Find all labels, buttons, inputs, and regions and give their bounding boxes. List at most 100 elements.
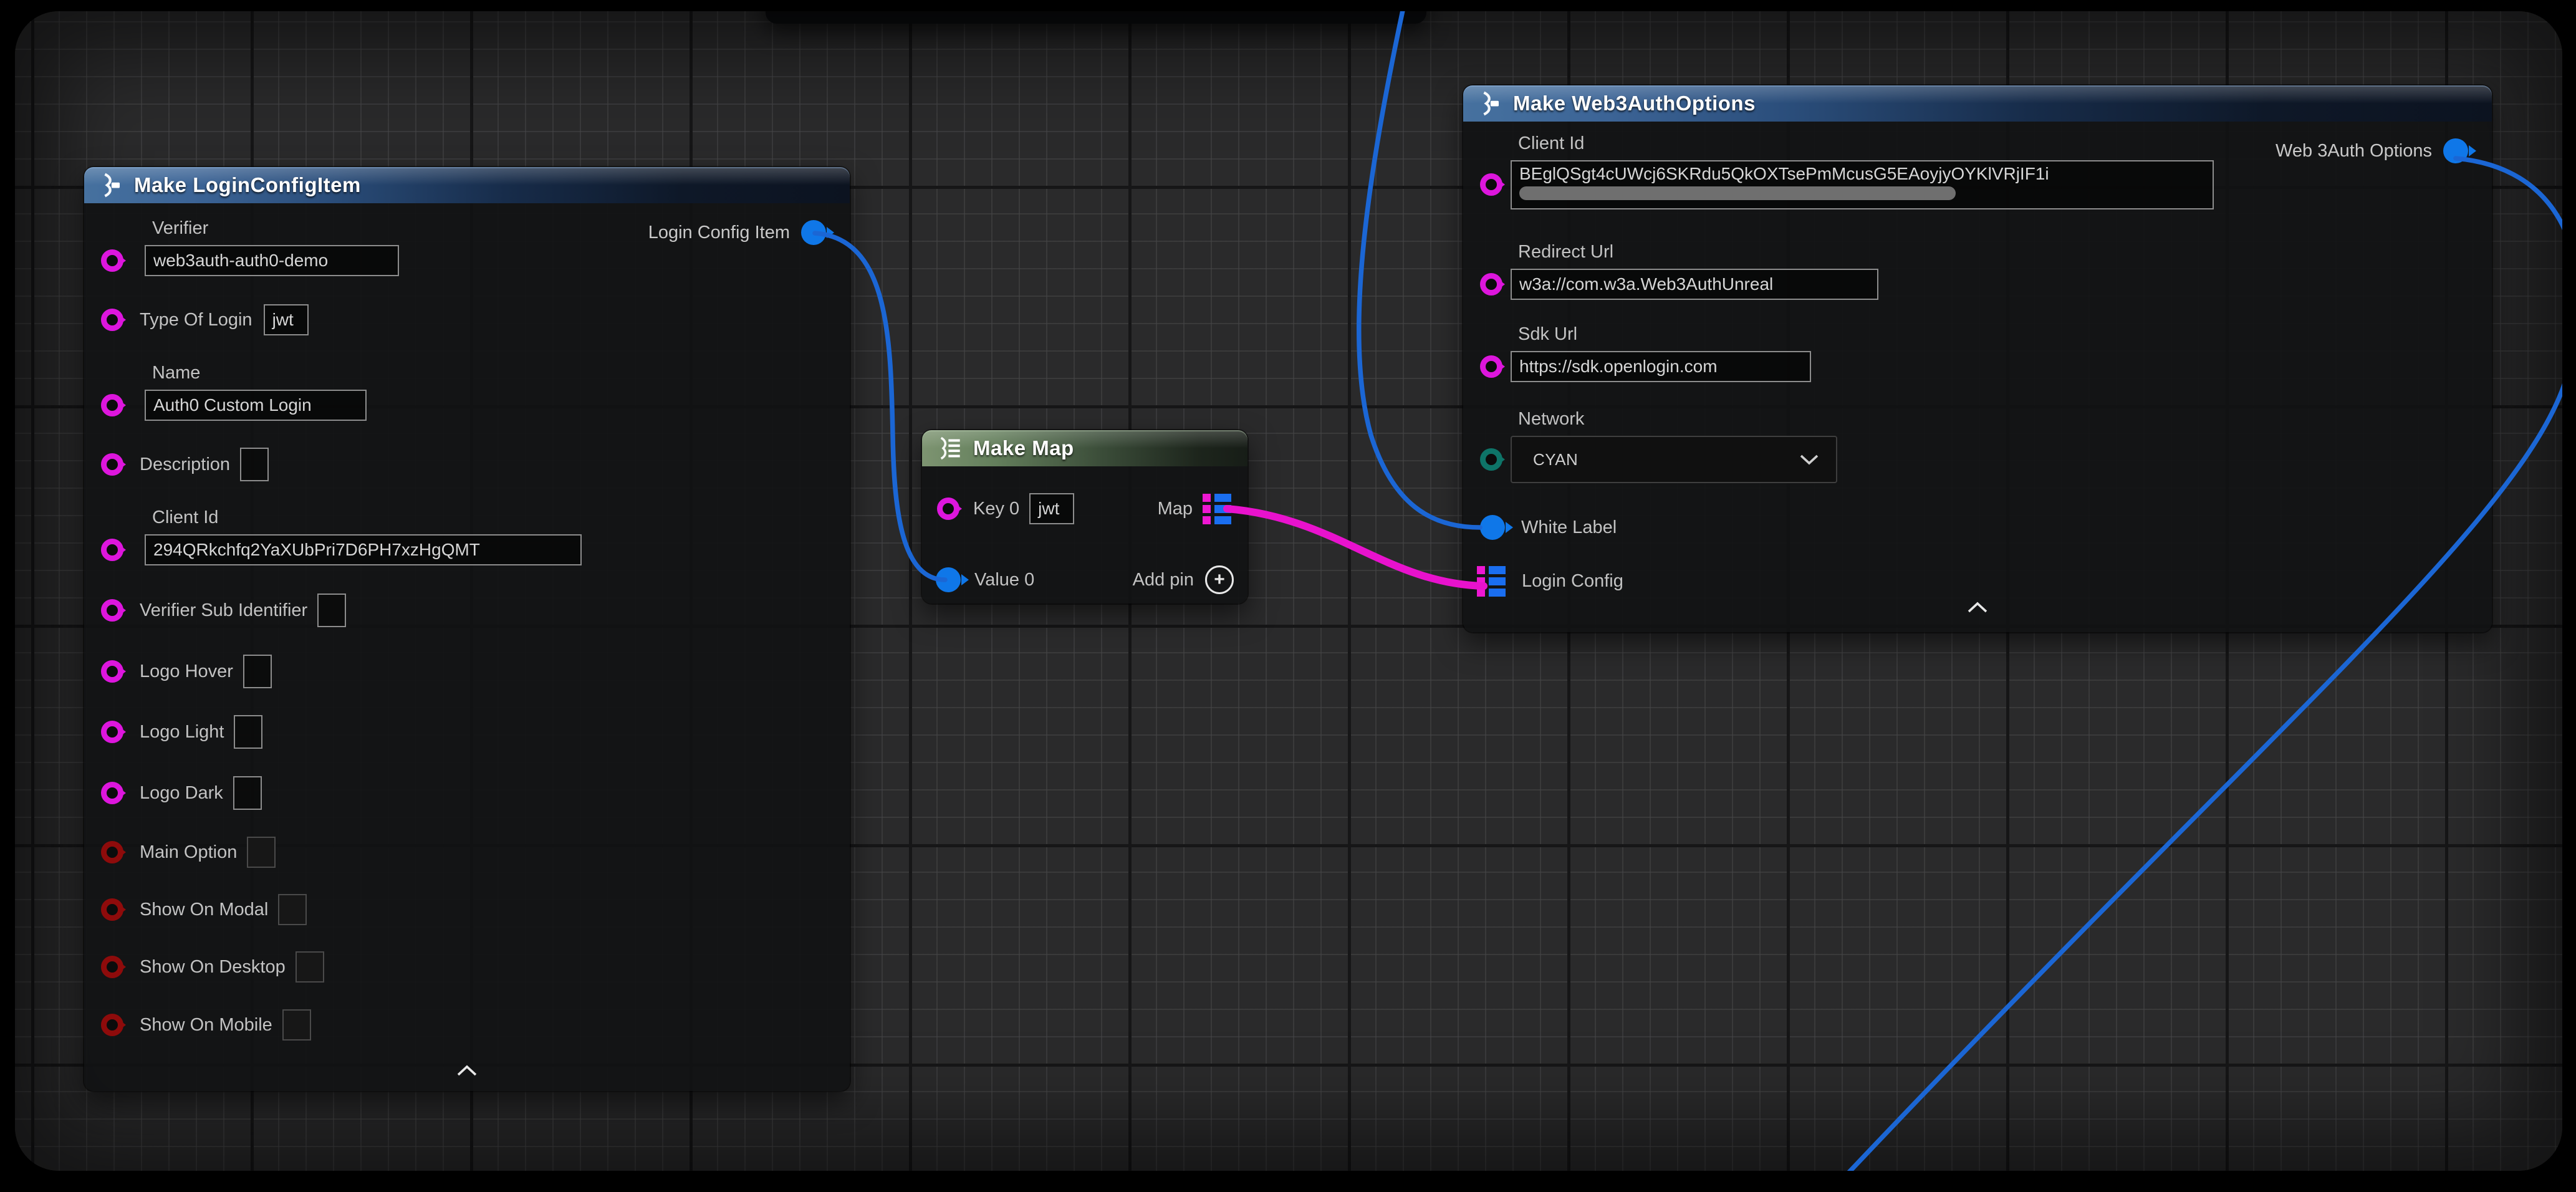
logo-hover-input[interactable] (243, 655, 272, 688)
value-0-label: Value 0 (974, 570, 1034, 590)
show-on-mobile-checkbox[interactable] (282, 1009, 311, 1041)
client-id-input[interactable]: BEglQSgt4cUWcj6SKRdu5QkOXTsePmMcusG5EAoy… (1511, 160, 2214, 209)
network-selected: CYAN (1533, 450, 1578, 469)
network-label: Network (1511, 407, 1837, 431)
show-on-modal-checkbox[interactable] (278, 894, 307, 925)
logo-dark-label: Logo Dark (140, 783, 223, 804)
collapse-node-button[interactable] (84, 1064, 850, 1077)
network-pin[interactable] (1480, 448, 1502, 471)
client-id-input[interactable]: 294QRkchfq2YaXUbPri7D6PH7xzHgQMT (145, 534, 582, 565)
client-id-row: Client Id BEglQSgt4cUWcj6SKRdu5QkOXTsePmM… (1463, 132, 2214, 209)
node-title: Make LoginConfigItem (134, 173, 361, 197)
client-id-scrollbar[interactable] (1519, 186, 1956, 200)
logo-light-row: Logo Light (84, 715, 262, 749)
login-config-item-output-pin[interactable] (801, 220, 826, 245)
show-on-modal-row: Show On Modal (84, 893, 307, 926)
make-map-icon (936, 436, 963, 461)
login-config-pin[interactable] (1477, 565, 1506, 597)
verifier-sub-identifier-label: Verifier Sub Identifier (140, 600, 307, 621)
chevron-up-icon (1964, 600, 1991, 614)
verifier-pin[interactable] (101, 249, 123, 272)
key-0-label: Key 0 (973, 499, 1019, 519)
logo-hover-label: Logo Hover (140, 661, 233, 682)
node-header: Make Web3AuthOptions (1463, 85, 2492, 122)
logo-dark-input[interactable] (233, 776, 262, 810)
node-make-map[interactable]: Make MapKey 0jwtMapValue 0Add pin+ (922, 430, 1247, 603)
blueprint-graph-canvas[interactable]: Make LoginConfigItem Login Config Item Ver… (15, 11, 2562, 1171)
logo-light-pin[interactable] (101, 721, 123, 743)
key-0-pin[interactable] (937, 497, 959, 520)
collapse-node-button[interactable] (1463, 600, 2492, 614)
add-pin-icon: + (1205, 565, 1234, 594)
client-id-text: BEglQSgt4cUWcj6SKRdu5QkOXTsePmMcusG5EAoy… (1519, 164, 2205, 184)
show-on-mobile-row: Show On Mobile (84, 1008, 311, 1042)
web-3auth-options-output-pin[interactable] (2443, 138, 2468, 163)
show-on-modal-pin[interactable] (101, 898, 123, 921)
add-pin-button[interactable]: Add pin + (1133, 565, 1234, 594)
login-config-label: Login Config (1522, 571, 1623, 592)
node-make-web3authoptions[interactable]: Make Web3AuthOptions Web 3Auth Options Cli… (1463, 85, 2492, 632)
verifier-sub-identifier-input[interactable] (317, 594, 346, 627)
show-on-desktop-checkbox[interactable] (296, 951, 324, 983)
map-output-pin[interactable] (1203, 493, 1231, 524)
logo-hover-pin[interactable] (101, 660, 123, 683)
client-id-pin[interactable] (1480, 173, 1502, 196)
client-id-row: Client Id 294QRkchfq2YaXUbPri7D6PH7xzHgQM… (84, 506, 582, 565)
logo-light-input[interactable] (234, 715, 262, 749)
offscreen-node-edge (766, 11, 1426, 24)
white-label-row: White Label (1463, 511, 1617, 544)
name-input[interactable]: Auth0 Custom Login (145, 390, 367, 421)
make-struct-icon (1477, 90, 1503, 117)
main-option-label: Main Option (140, 842, 237, 863)
name-label: Name (145, 361, 367, 385)
node-make-loginconfigitem[interactable]: Make LoginConfigItem Login Config Item Ver… (84, 167, 850, 1091)
key-0-input[interactable]: jwt (1029, 493, 1074, 524)
sdk-url-row: Sdk Urlhttps://sdk.openlogin.com (1463, 322, 1811, 382)
client-id-label: Client Id (145, 506, 582, 529)
show-on-desktop-row: Show On Desktop (84, 950, 324, 984)
redirect-url-input[interactable]: w3a://com.w3a.Web3AuthUnreal (1511, 269, 1878, 300)
redirect-url-pin[interactable] (1480, 273, 1502, 296)
show-on-mobile-pin[interactable] (101, 1014, 123, 1036)
logo-dark-pin[interactable] (101, 782, 123, 804)
verifier-input[interactable]: web3auth-auth0-demo (145, 245, 399, 276)
network-dropdown[interactable]: CYAN (1511, 436, 1837, 483)
redirect-url-row: Redirect Urlw3a://com.w3a.Web3AuthUnreal (1463, 240, 1878, 300)
web-3auth-options-output-label: Web 3Auth Options (2276, 141, 2432, 161)
verifier-sub-identifier-row: Verifier Sub Identifier (84, 594, 346, 627)
show-on-desktop-label: Show On Desktop (140, 957, 286, 978)
main-option-pin[interactable] (101, 841, 123, 863)
node-header: Make Map (922, 430, 1247, 466)
web-3auth-options-output: Web 3Auth Options (2276, 134, 2492, 168)
type-of-login-pin[interactable] (101, 309, 123, 331)
logo-dark-row: Logo Dark (84, 776, 262, 810)
main-option-checkbox[interactable] (247, 837, 276, 868)
type-of-login-row: Type Of Loginjwt (84, 303, 309, 337)
verifier-sub-identifier-pin[interactable] (101, 599, 123, 622)
show-on-desktop-pin[interactable] (101, 956, 123, 978)
sdk-url-pin[interactable] (1480, 355, 1502, 378)
wire-map-to-login-config[interactable] (1227, 509, 1484, 586)
main-option-row: Main Option (84, 835, 276, 869)
node-title: Make Web3AuthOptions (1513, 92, 1756, 115)
value-0-pin[interactable] (936, 567, 961, 592)
show-on-mobile-label: Show On Mobile (140, 1015, 272, 1036)
name-pin[interactable] (101, 394, 123, 416)
white-label-label: White Label (1521, 517, 1617, 538)
white-label-pin[interactable] (1480, 515, 1505, 540)
sdk-url-input[interactable]: https://sdk.openlogin.com (1511, 351, 1811, 382)
description-pin[interactable] (101, 453, 123, 476)
verifier-row: Verifier web3auth-auth0-demo (84, 216, 399, 276)
client-id-pin[interactable] (101, 539, 123, 561)
node-title: Make Map (973, 436, 1074, 460)
value-0-row: Value 0 Add pin + (922, 563, 1247, 597)
description-row: Description (84, 448, 269, 481)
login-config-item-output: Login Config Item (648, 216, 850, 249)
wire-offscreen-to-white-label[interactable] (1359, 11, 1480, 527)
show-on-modal-label: Show On Modal (140, 900, 268, 920)
client-id-label: Client Id (1511, 132, 2214, 155)
description-input[interactable] (240, 448, 269, 481)
verifier-label: Verifier (145, 216, 399, 240)
add-pin-label: Add pin (1133, 570, 1194, 590)
type-of-login-input[interactable]: jwt (264, 304, 309, 335)
